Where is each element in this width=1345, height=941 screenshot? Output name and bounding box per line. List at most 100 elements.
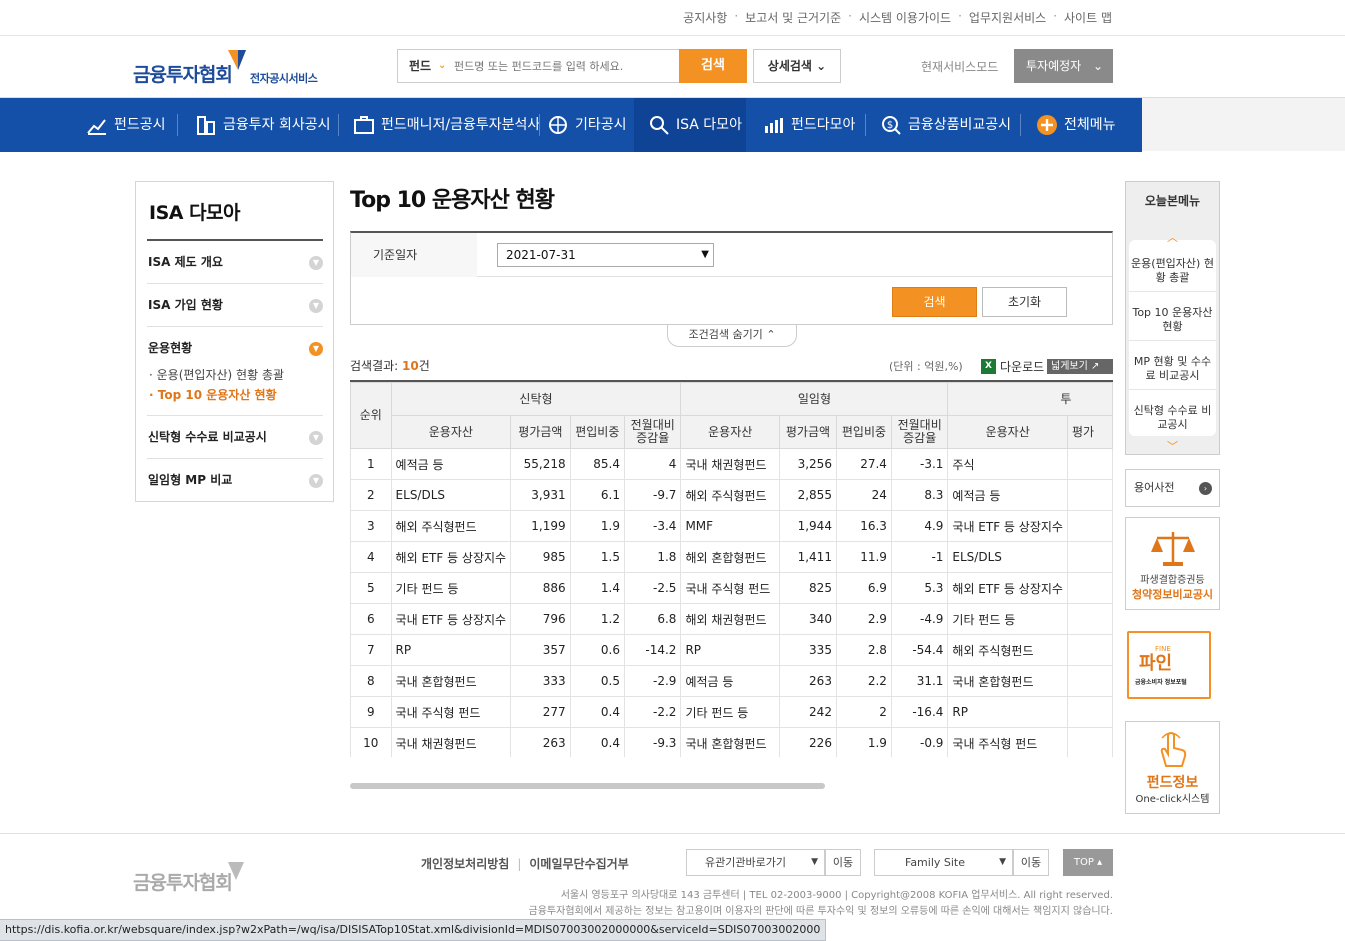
- sidebar-item-trust-fee[interactable]: 신탁형 수수료 비교공시 ▼: [147, 416, 323, 459]
- hand-click-icon: [1160, 731, 1187, 767]
- chevron-down-icon: ▼: [999, 857, 1006, 867]
- quick-link-summary[interactable]: 운용(편입자산) 현황 총괄: [1129, 257, 1216, 292]
- chevron-down-icon: ▼: [701, 249, 709, 260]
- util-link-support[interactable]: 업무지원서비스: [969, 9, 1046, 26]
- unit-label: (단위 : 억원,%): [889, 360, 963, 373]
- search-type-select[interactable]: 펀드 ⌄: [398, 50, 450, 82]
- banner-fund-info[interactable]: 펀드정보 One-click시스템: [1125, 721, 1220, 814]
- email-refuse-link[interactable]: 이메일무단수집거부: [529, 857, 628, 871]
- banner-fine[interactable]: FINE 파인 금융소비자 정보포털: [1125, 627, 1220, 702]
- chevron-down-icon: ⌄: [438, 60, 447, 71]
- table-cell: 기타 펀드 등: [680, 696, 781, 728]
- table-cell: 8.3: [890, 479, 949, 511]
- sidebar-subitem-summary[interactable]: · 운용(편입자산) 현황 총괄: [149, 366, 284, 383]
- service-mode-label: 현재서비스모드: [921, 60, 999, 74]
- util-link-sitemap[interactable]: 사이트 맵: [1064, 9, 1112, 26]
- logo-mark-icon: [228, 50, 246, 70]
- base-date-select[interactable]: 2021-07-31 ▼: [497, 243, 714, 267]
- nav-item-all-menu[interactable]: 전체메뉴: [1036, 98, 1116, 152]
- util-link-guide[interactable]: 시스템 이용가이드: [859, 9, 951, 26]
- search-button[interactable]: 검색: [679, 49, 747, 83]
- nav-item-other-disclosure[interactable]: 기타공시: [547, 98, 627, 152]
- table-cell: 해외 주식형펀드: [947, 634, 1068, 666]
- related-sites-go-button[interactable]: 이동: [825, 849, 861, 876]
- nav-item-fund-damoa[interactable]: 펀드다모아: [763, 98, 855, 152]
- sidebar-item-mp-compare[interactable]: 일임형 MP 비교 ▼: [147, 459, 323, 502]
- family-site-select[interactable]: Family Site ▼: [874, 849, 1013, 876]
- family-site-go-button[interactable]: 이동: [1013, 849, 1049, 876]
- table-cell: 6.1: [569, 479, 625, 511]
- nav-item-company-disclosure[interactable]: 금융투자 회사공시: [195, 98, 331, 152]
- table-cell: -4.9: [890, 603, 949, 635]
- hide-condition-toggle[interactable]: 조건검색 숨기기 ⌃: [667, 325, 797, 347]
- table-cell: 985: [510, 541, 571, 573]
- building-icon: [197, 116, 215, 135]
- table-row: 9 국내 주식형 펀드 277 0.4 -2.2 기타 펀드 등 242 2 -16.4 RP: [350, 696, 1113, 728]
- col-header-weight: 편입비중: [569, 415, 625, 449]
- main-nav: 펀드공시 금융투자 회사공시 펀드매니저/금융투자분석사 기타공시 ISA 다모…: [0, 97, 1345, 152]
- scroll-down-icon[interactable]: ﹀: [1126, 438, 1219, 454]
- table-cell: [1066, 479, 1113, 511]
- nav-bar: 펀드공시 금융투자 회사공시 펀드매니저/금융투자분석사 기타공시 ISA 다모…: [0, 98, 1142, 152]
- detail-search-button[interactable]: 상세검색 ⌄: [753, 49, 841, 83]
- util-link-notice[interactable]: 공지사항: [683, 9, 727, 26]
- related-sites-select[interactable]: 유관기관바로가기 ▼: [686, 849, 825, 876]
- table-cell: 11.9: [835, 541, 892, 573]
- scroll-top-button[interactable]: TOP ▴: [1063, 849, 1113, 876]
- table-cell: RP: [390, 634, 512, 666]
- table-row: 6 국내 ETF 등 상장지수 796 1.2 6.8 해외 채권형펀드 340 2.9 -4.…: [350, 603, 1113, 635]
- util-link-reports[interactable]: 보고서 및 근거기준: [745, 9, 841, 26]
- table-cell: 333: [510, 665, 571, 697]
- nav-item-product-compare[interactable]: $ 금융상품비교공시: [880, 98, 1011, 152]
- table-cell: [1066, 634, 1113, 666]
- top10-table: 순위 신탁형 일임형 투 운용자산 평가금액 편입비중 전월대비 증감율 운용자산…: [350, 382, 1113, 757]
- arrow-right-icon: ›: [1199, 482, 1212, 495]
- service-mode-select[interactable]: 투자예정자 ⌄: [1014, 49, 1113, 83]
- table-cell: RP: [947, 696, 1068, 728]
- table-cell: -2.2: [623, 696, 682, 728]
- sidebar-subitem-top10[interactable]: · Top 10 운용자산 현황: [149, 386, 277, 403]
- col-header-value: 평가금액: [510, 415, 571, 449]
- nav-item-fund-manager[interactable]: 펀드매니저/금융투자분석사: [353, 98, 540, 152]
- nav-item-fund-disclosure[interactable]: 펀드공시: [86, 98, 166, 152]
- table-cell: 242: [779, 696, 837, 728]
- site-logo[interactable]: 금융투자협회 전자공시서비스: [133, 48, 323, 86]
- reset-button[interactable]: 초기화: [982, 287, 1067, 317]
- sidebar-item-isa-overview[interactable]: ISA 제도 개요 ▼: [147, 241, 323, 284]
- table-cell: -3.1: [890, 448, 949, 480]
- quick-link-mp[interactable]: MP 현황 및 수수료 비교공시: [1129, 355, 1216, 390]
- quick-menu: 오늘본메뉴 ︿ 운용(편입자산) 현황 총괄 Top 10 운용자산 현황 MP…: [1125, 181, 1220, 455]
- wide-view-button[interactable]: 넓게보기 ↗: [1047, 359, 1113, 374]
- chevron-down-icon: ⌄: [816, 59, 827, 73]
- table-cell: [1066, 665, 1113, 697]
- table-cell: -1: [890, 541, 949, 573]
- briefcase-icon: [354, 116, 374, 134]
- scroll-up-icon[interactable]: ︿: [1126, 229, 1219, 245]
- table-cell: 2,855: [779, 479, 837, 511]
- condition-search-button[interactable]: 검색: [892, 287, 977, 317]
- table-cell: ELS/DLS: [947, 541, 1068, 573]
- table-cell: -0.9: [890, 727, 949, 757]
- logo-subtitle: 전자공시서비스: [250, 72, 318, 85]
- table-cell: 국내 혼합형펀드: [947, 665, 1068, 697]
- table-cell: -9.7: [623, 479, 682, 511]
- table-cell: 4: [623, 448, 682, 480]
- table-cell: 해외 주식형펀드: [680, 479, 781, 511]
- quick-link-top10[interactable]: Top 10 운용자산 현황: [1129, 306, 1216, 341]
- table-cell: 85.4: [569, 448, 625, 480]
- privacy-policy-link[interactable]: 개인정보처리방침: [421, 857, 509, 871]
- sidebar-item-isa-subscription[interactable]: ISA 가입 현황 ▼: [147, 284, 323, 327]
- nav-item-isa[interactable]: ISA 다모아: [634, 98, 746, 152]
- horizontal-scrollbar[interactable]: [350, 783, 825, 789]
- glossary-button[interactable]: 용어사전 ›: [1125, 469, 1220, 507]
- footer-links: 개인정보처리방침 | 이메일무단수집거부: [421, 857, 629, 871]
- quick-link-trust-fee[interactable]: 신탁형 수수료 비교공시: [1129, 404, 1216, 438]
- col-header-asset: 운용자산: [680, 415, 781, 449]
- table-cell: 4.9: [890, 510, 949, 542]
- search-input[interactable]: [454, 54, 674, 78]
- table-cell: 3,256: [779, 448, 837, 480]
- table-cell: 335: [779, 634, 837, 666]
- banner-derivatives[interactable]: 파생결합증권등 청약정보비교공시: [1125, 517, 1220, 610]
- table-cell: 16.3: [835, 510, 892, 542]
- download-button[interactable]: X 다운로드: [981, 358, 1044, 375]
